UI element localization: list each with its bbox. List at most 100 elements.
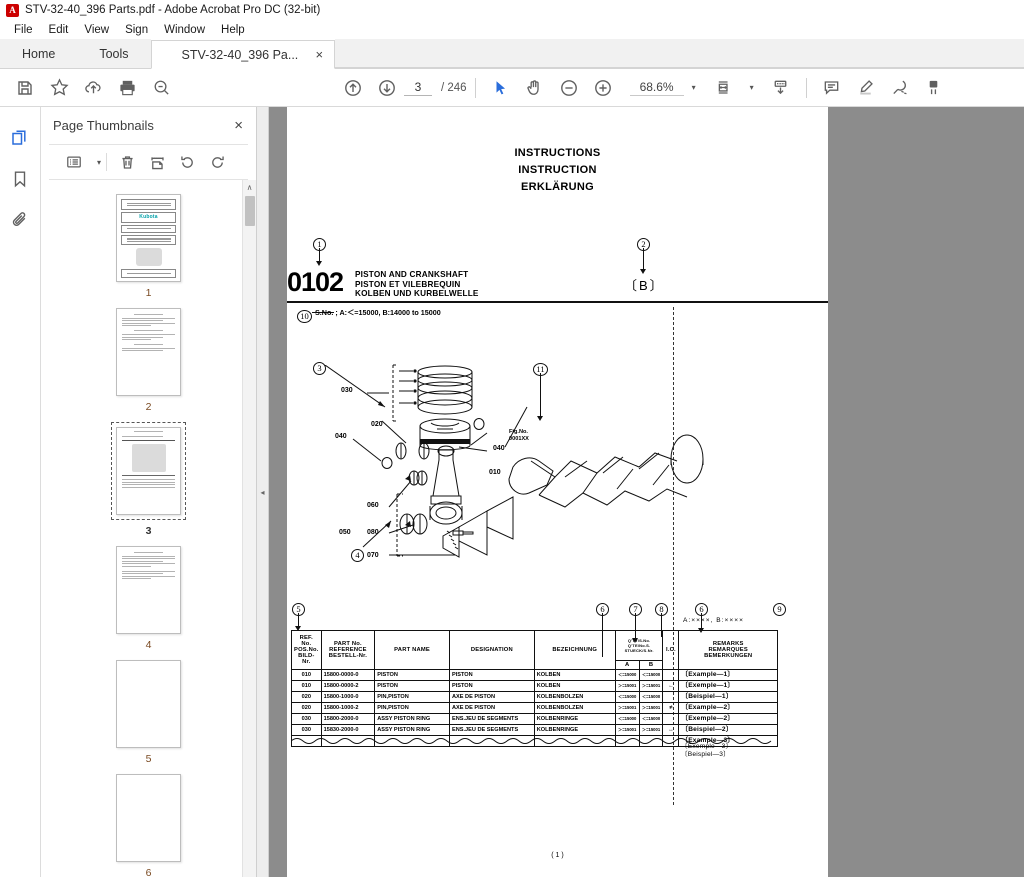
table-row[interactable]: 010 15800-0000-2 PISTON PISTON KOLBEN ＞=… — [291, 680, 778, 692]
rotate-clockwise-button[interactable] — [202, 149, 232, 175]
pdf-page: INSTRUCTIONS INSTRUCTION ERKLÄRUNG 1 2 0… — [287, 107, 828, 877]
diagram-label-050: 050 — [339, 529, 351, 536]
zoom-out-button[interactable] — [552, 73, 586, 103]
select-tool-button[interactable] — [484, 73, 518, 103]
header-part-no: PART No. REFERENCE BESTELL-Nr. — [320, 630, 376, 670]
thumbnail-page-6[interactable]: 6 — [116, 774, 181, 877]
thumbnails-close-icon[interactable]: × — [231, 117, 246, 134]
section-title-fr: PISTON ET VILEBREQUIN — [355, 279, 461, 289]
cell-designation: PISTON — [448, 680, 535, 692]
callout-1-leader — [319, 248, 320, 262]
table-row[interactable]: 010 15800-0000-0 PISTON PISTON KOLBEN ＜=… — [291, 669, 778, 681]
add-to-favorites-button[interactable] — [42, 73, 76, 103]
rotate-counterclockwise-button[interactable] — [172, 149, 202, 175]
delete-pages-button[interactable] — [112, 149, 142, 175]
menu-window[interactable]: Window — [156, 24, 213, 36]
menu-file[interactable]: File — [6, 24, 41, 36]
tab-tools[interactable]: Tools — [77, 39, 151, 68]
tab-document[interactable]: STV-32-40_396 Pa... × — [150, 40, 336, 69]
cover-top-band — [121, 199, 176, 210]
cell-qty-a: ＞=15001 — [614, 680, 640, 692]
thumbnails-scrollbar[interactable]: ∧ — [242, 180, 256, 877]
cell-remark: 〔Exemple—2〕 — [678, 713, 778, 725]
table-wavy-break — [290, 733, 778, 744]
thumbnail-number-4: 4 — [145, 639, 152, 651]
extract-pages-button[interactable] — [142, 149, 172, 175]
section-number: 0102 — [287, 267, 344, 297]
table-row[interactable]: 020 15800-1000-2 PIN,PISTON AXE DE PISTO… — [291, 702, 778, 714]
fill-and-sign-button[interactable] — [917, 73, 951, 103]
fit-page-button[interactable] — [708, 73, 742, 103]
comment-button[interactable] — [815, 73, 849, 103]
thumbnail-page-3[interactable]: 3 — [111, 422, 186, 537]
thumbnails-list[interactable]: Kubota 1 2 3 4 5 6 ∧ — [41, 180, 256, 877]
cell-part-no: 15800-0000-2 — [320, 680, 376, 692]
draw-freehand-button[interactable] — [883, 73, 917, 103]
header-part-name: PART NAME — [374, 630, 450, 670]
thumbnail-page-1[interactable]: Kubota 1 — [116, 194, 181, 299]
menu-help[interactable]: Help — [213, 24, 253, 36]
cell-ref: 010 — [291, 669, 322, 681]
thumbnails-title: Page Thumbnails — [53, 118, 154, 133]
next-page-button[interactable] — [370, 73, 404, 103]
cell-designation: AXE DE PISTON — [448, 702, 535, 714]
cover-brand-label: Kubota — [139, 214, 158, 221]
document-viewport[interactable]: INSTRUCTIONS INSTRUCTION ERKLÄRUNG 1 2 0… — [269, 107, 1024, 877]
parts-diagram: 030 020 040 040 010 060 050 080 070 Fig.… — [327, 347, 787, 597]
thumbnail-page-2[interactable]: 2 — [116, 308, 181, 413]
cell-qty-b: ＜=15000 — [638, 713, 664, 725]
menu-view[interactable]: View — [76, 24, 117, 36]
ab-serial-header: A:××××, B:×××× — [683, 617, 744, 624]
thumbnail-options-chevron-down-icon[interactable]: ▾ — [97, 158, 101, 167]
thumbnail-options-button[interactable] — [59, 149, 89, 175]
menu-edit[interactable]: Edit — [41, 24, 77, 36]
upload-to-cloud-button[interactable] — [76, 73, 110, 103]
previous-page-button[interactable] — [336, 73, 370, 103]
rail-page-thumbnails-button[interactable] — [3, 121, 37, 155]
rail-attachments-button[interactable] — [3, 203, 37, 237]
cell-part-name: PISTON — [374, 680, 450, 692]
header-qty-a: A — [614, 660, 640, 670]
thumbnail-page-5[interactable]: 5 — [116, 660, 181, 765]
search-button[interactable] — [144, 73, 178, 103]
thumbnail-page-4[interactable]: 4 — [116, 546, 181, 651]
cover-type-band — [121, 234, 176, 246]
zoom-in-button[interactable] — [586, 73, 620, 103]
cell-ref: 030 — [291, 713, 322, 725]
menu-sign[interactable]: Sign — [117, 24, 156, 36]
page-number-input[interactable] — [404, 79, 432, 96]
scroll-mode-button[interactable] — [764, 73, 798, 103]
cell-qty-b: ＜=15000 — [638, 669, 664, 681]
table-row[interactable]: 020 15800-1000-0 PIN,PISTON AXE DE PISTO… — [291, 691, 778, 703]
zoom-control[interactable]: 68.6% ▾ — [629, 80, 696, 96]
cell-qty-a: ＜=15000 — [614, 713, 640, 725]
highlight-button[interactable] — [849, 73, 883, 103]
parts-table-header-row: REF. No. POS.No. BILD-Nr. PART No. REFERENC… — [291, 630, 778, 670]
acrobat-window: A STV-32-40_396 Parts.pdf - Adobe Acroba… — [0, 0, 1024, 877]
table-row[interactable]: 030 15800-2000-0 ASSY PISTON RING ENS.JE… — [291, 713, 778, 725]
print-button[interactable] — [110, 73, 144, 103]
tab-home[interactable]: Home — [0, 39, 78, 68]
diagram-label-040-left: 040 — [335, 433, 347, 440]
cell-remark: 〔Exemple—1〕 — [678, 680, 778, 692]
thumbnails-scroll-up-icon[interactable]: ∧ — [243, 180, 256, 194]
cell-part-no: 15800-2000-0 — [320, 713, 376, 725]
window-title: STV-32-40_396 Parts.pdf - Adobe Acrobat … — [25, 4, 321, 16]
cell-part-name: PIN,PISTON — [374, 691, 450, 703]
thumbnail-image-5 — [116, 660, 181, 748]
cell-designation: AXE DE PISTON — [448, 691, 535, 703]
thumbnails-scrollbar-thumb[interactable] — [245, 196, 255, 226]
rail-bookmarks-button[interactable] — [3, 162, 37, 196]
zoom-chevron-down-icon[interactable]: ▾ — [692, 83, 696, 92]
section-title-de: KOLBEN UND KURBELWELLE — [355, 289, 479, 298]
header-remarks: REMARKS REMARQUES BEMERKUNGEN — [678, 630, 778, 670]
tab-close-icon[interactable]: × — [312, 47, 326, 62]
hand-tool-button[interactable] — [518, 73, 552, 103]
panel-collapse-handle[interactable]: ◂ — [257, 107, 269, 877]
cell-bezeichnung: KOLBEN — [533, 669, 616, 681]
fit-page-chevron-down-icon[interactable]: ▾ — [750, 83, 754, 92]
parts-table-head: REF. No. POS.No. BILD-Nr. PART No. REFERENC… — [291, 630, 778, 670]
thumbnail-image-1: Kubota — [116, 194, 181, 282]
cell-part-name: PIN,PISTON — [374, 702, 450, 714]
save-button[interactable] — [8, 73, 42, 103]
